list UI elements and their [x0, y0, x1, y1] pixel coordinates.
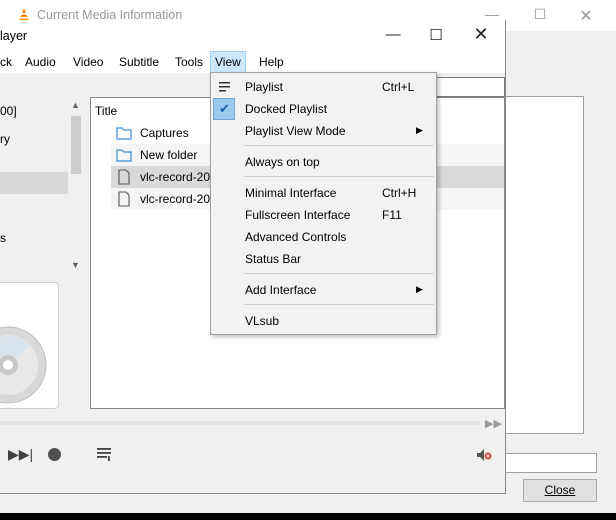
file-icon	[118, 169, 130, 185]
maximize-icon[interactable]: ☐	[530, 6, 550, 24]
view-menu-item-docked-playlist[interactable]: ✔ Docked Playlist	[211, 98, 436, 120]
view-menu-item-add-interface[interactable]: Add Interface ▶	[211, 279, 436, 301]
menu-item-label: Add Interface	[245, 283, 317, 297]
menu-item-shortcut: F11	[382, 208, 402, 222]
menu-item-shortcut: Ctrl+H	[382, 186, 417, 200]
media-location-field[interactable]	[503, 453, 597, 473]
menu-item-label: Docked Playlist	[245, 102, 328, 116]
sidebar-scrollbar[interactable]: ▲ ▼	[68, 98, 85, 276]
list-item-label: vlc-record-202	[140, 192, 217, 206]
menu-subtitle[interactable]: Subtitle	[115, 51, 163, 73]
list-item-label: Captures	[140, 126, 189, 140]
menu-separator	[244, 304, 434, 305]
menu-item-label: Playlist View Mode	[245, 124, 346, 138]
menu-separator	[244, 145, 434, 146]
media-info-panel	[503, 96, 584, 434]
cd-disc-icon	[0, 326, 47, 404]
file-icon	[118, 191, 130, 207]
minimize-icon[interactable]: —	[382, 26, 404, 46]
checkmark-icon: ✔	[219, 101, 230, 116]
view-menu-item-always-on-top[interactable]: Always on top	[211, 151, 436, 173]
menu-video[interactable]: Video	[69, 51, 107, 73]
close-icon[interactable]: ✕	[576, 6, 596, 25]
column-header-title[interactable]: Title	[95, 104, 117, 118]
view-menu-item-status-bar[interactable]: Status Bar	[211, 248, 436, 270]
menu-bar: ck Audio Video Subtitle Tools View Help	[0, 51, 505, 73]
list-item-label: vlc-record-202	[140, 170, 217, 184]
scroll-down-icon[interactable]: ▼	[71, 260, 80, 270]
view-menu-item-playlist-view-mode[interactable]: Playlist View Mode ▶	[211, 120, 436, 142]
playlist-icon	[219, 82, 230, 92]
folder-icon	[116, 149, 132, 162]
list-item-label: New folder	[140, 148, 198, 162]
view-menu-item-advanced-controls[interactable]: Advanced Controls	[211, 226, 436, 248]
playlist-search-input[interactable]	[433, 77, 505, 97]
maximize-icon[interactable]: ☐	[425, 26, 447, 46]
view-menu-item-minimal-interface[interactable]: Minimal Interface Ctrl+H	[211, 182, 436, 204]
view-menu-item-vlsub[interactable]: VLsub	[211, 310, 436, 332]
scroll-thumb[interactable]	[71, 116, 81, 174]
seek-slider[interactable]	[0, 421, 480, 425]
vlc-window-title: layer	[0, 29, 28, 43]
vlc-titlebar: layer — ☐ ✕	[0, 20, 505, 51]
menu-tools[interactable]: Tools	[171, 51, 207, 73]
close-button-label: Close	[544, 483, 576, 497]
view-menu-dropdown: Playlist Ctrl+L ✔ Docked Playlist Playli…	[210, 72, 437, 335]
menu-separator	[244, 176, 434, 177]
menu-item-label: Advanced Controls	[245, 230, 347, 244]
close-button[interactable]: Close	[523, 479, 597, 502]
menu-item-label: Status Bar	[245, 252, 302, 266]
menu-audio[interactable]: Audio	[21, 51, 60, 73]
playlist-toggle-icon[interactable]	[97, 447, 113, 461]
menu-item-label: Minimal Interface	[245, 186, 337, 200]
view-menu-item-playlist[interactable]: Playlist Ctrl+L	[211, 76, 436, 98]
mute-icon[interactable]	[476, 448, 492, 462]
sidebar-item-playlist[interactable]: 00]	[0, 104, 17, 118]
close-icon[interactable]: ✕	[470, 24, 492, 44]
next-track-icon[interactable]: ▶▶|	[8, 446, 33, 463]
menu-item-label: Playlist	[245, 80, 284, 94]
submenu-arrow-icon: ▶	[416, 125, 423, 135]
folder-icon	[116, 127, 132, 140]
menu-help[interactable]: Help	[255, 51, 288, 73]
menu-item-label: VLsub	[245, 314, 280, 328]
menu-playback[interactable]: ck	[0, 51, 16, 73]
sidebar-item-devices[interactable]: s	[0, 231, 6, 245]
menu-item-label: Fullscreen Interface	[245, 208, 351, 222]
menu-separator	[244, 273, 434, 274]
sidebar-item-library[interactable]: ry	[0, 132, 10, 146]
record-icon[interactable]	[48, 448, 61, 461]
scroll-up-icon[interactable]: ▲	[71, 100, 80, 110]
submenu-arrow-icon: ▶	[416, 284, 423, 294]
menu-item-shortcut: Ctrl+L	[382, 80, 415, 94]
view-menu-item-fullscreen-interface[interactable]: Fullscreen Interface F11	[211, 204, 436, 226]
fast-forward-icon[interactable]: ▶▶	[485, 417, 502, 430]
sidebar-item-selected[interactable]	[0, 172, 68, 194]
album-art	[0, 282, 59, 409]
menu-view[interactable]: View	[210, 51, 246, 73]
menu-item-label: Always on top	[245, 155, 320, 169]
